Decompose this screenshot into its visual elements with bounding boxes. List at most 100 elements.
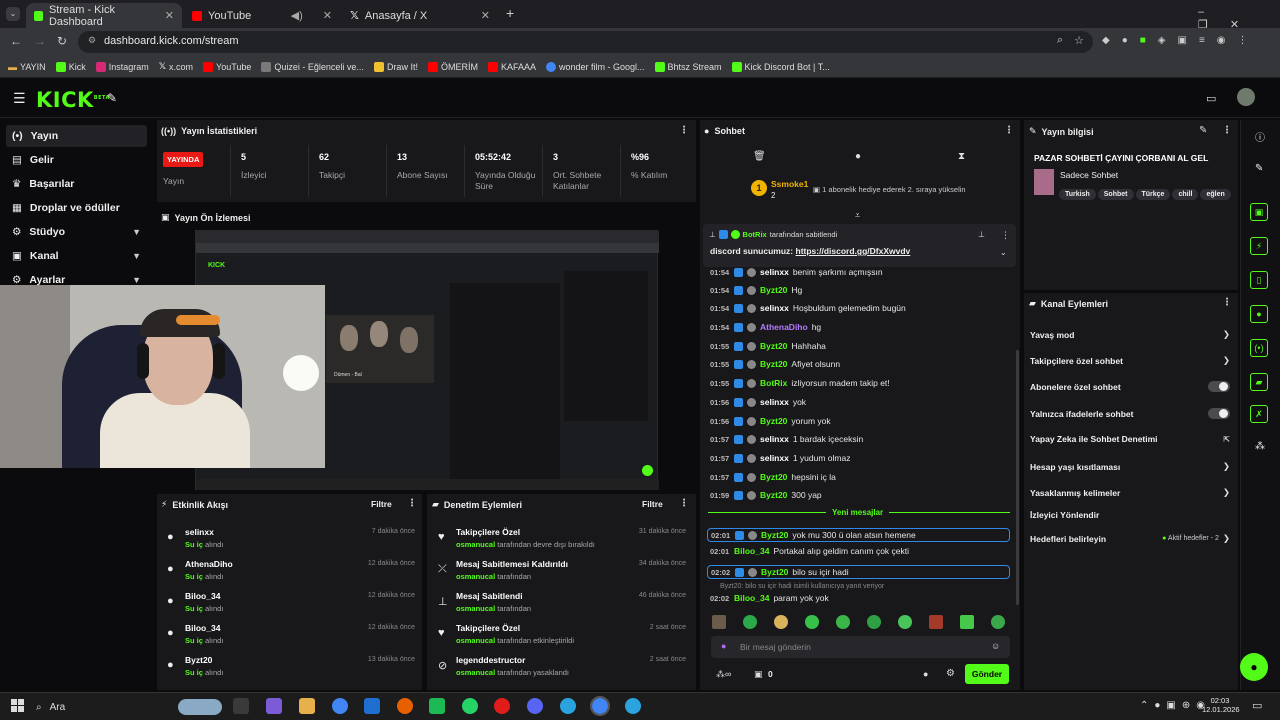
send-button[interactable]: Gönder	[965, 664, 1009, 684]
chat-menu-icon[interactable]: ⋮	[1004, 125, 1014, 136]
hamburger-menu-icon[interactable]: ☰	[13, 90, 26, 107]
emote-icon[interactable]	[867, 615, 881, 629]
chat-username[interactable]: AthenaDiho	[760, 322, 808, 332]
pinned-menu-icon[interactable]: ⋮	[1001, 230, 1010, 241]
back-icon[interactable]: ←	[10, 34, 22, 48]
stats-menu-icon[interactable]: ⋮	[679, 125, 689, 136]
action-banned-words[interactable]: Yasaklanmış kelimeler ❯	[1030, 487, 1230, 498]
notification-icon[interactable]: ▭	[1252, 699, 1262, 712]
action-host-viewers[interactable]: İzleyici Yönlendir	[1030, 510, 1230, 520]
chat-users-icon[interactable]: ⁂∞	[716, 669, 731, 680]
profile-icon[interactable]: ◉	[1217, 35, 1226, 46]
extension-icon[interactable]: ◆	[1102, 35, 1110, 46]
menu-icon[interactable]: ⋮	[1238, 35, 1248, 46]
chat-username[interactable]: Byzt20	[761, 530, 788, 540]
sidebar-item-yayin[interactable]: (•) Yayın	[6, 125, 147, 147]
chat-input[interactable]: ● Bir mesaj gönderin ☺	[711, 636, 1010, 658]
document-icon[interactable]: ▯	[1250, 271, 1268, 289]
chat-username[interactable]: selinxx	[760, 267, 789, 277]
emote-icon[interactable]	[774, 615, 788, 629]
emote-icon[interactable]	[743, 615, 757, 629]
chest-icon[interactable]: ▣	[754, 669, 763, 680]
bookmark-google[interactable]: wonder film - Googl...	[545, 61, 645, 72]
close-tab-icon[interactable]: ✕	[323, 9, 332, 22]
tab-search-icon[interactable]: ⌄	[6, 7, 20, 21]
chat-scrollbar[interactable]	[1016, 350, 1019, 605]
chat-username[interactable]: Byzt20	[760, 285, 787, 295]
moderation-actor[interactable]: osmanucal	[456, 604, 495, 613]
emote-icon[interactable]	[712, 615, 726, 629]
actions-menu-icon[interactable]: ⋮	[1222, 297, 1232, 308]
new-tab-icon[interactable]: +	[506, 5, 514, 21]
zoom-icon[interactable]: ⌕	[1057, 34, 1063, 47]
info-icon[interactable]: ⓘ	[1255, 129, 1265, 144]
sidebar-item-kanal[interactable]: ▣ Kanal ▼	[6, 245, 147, 267]
bookmark-kafaaa[interactable]: KAFAAA	[487, 61, 536, 72]
chrome-active-icon[interactable]	[590, 696, 610, 716]
chrome-icon[interactable]	[332, 698, 348, 714]
extension-icon[interactable]: ■	[1140, 35, 1146, 46]
theater-mode-icon[interactable]: ▭	[1206, 92, 1216, 105]
bookmark-drawit[interactable]: Draw It!	[373, 61, 418, 72]
moderation-actor[interactable]: osmanucal	[456, 636, 495, 645]
extension-icon[interactable]: ▣	[1178, 35, 1187, 46]
wrench-icon[interactable]: ✗	[1250, 405, 1268, 423]
firefox-icon[interactable]	[397, 698, 413, 714]
chat-username[interactable]: selinxx	[760, 397, 789, 407]
emote-icon[interactable]	[960, 615, 974, 629]
opera-icon[interactable]	[494, 698, 510, 714]
moderation-filter-button[interactable]: Filtre	[642, 499, 663, 509]
sidebar-item-gelir[interactable]: ▤ Gelir	[6, 149, 147, 171]
tab-kick-dashboard[interactable]: Stream - Kick Dashboard ✕	[26, 3, 182, 28]
tag-chip[interactable]: Sohbet	[1097, 189, 1134, 200]
action-slow-mode[interactable]: Yavaş mod ❯	[1030, 329, 1230, 340]
bookmark-discord-bot[interactable]: Kick Discord Bot | T...	[731, 61, 830, 72]
chat-username[interactable]: Biloo_34	[734, 546, 769, 556]
tab-x[interactable]: 𝕏 Anasayfa / X ✕	[342, 3, 498, 28]
clock[interactable]: 02:03 12.01.2026	[1202, 696, 1240, 714]
hourglass-icon[interactable]: ⧗	[958, 151, 965, 162]
tag-chip[interactable]: eğlen	[1200, 189, 1231, 200]
chat-bubble-icon[interactable]: ●	[923, 669, 928, 679]
emote-icon[interactable]	[991, 615, 1005, 629]
camera-icon[interactable]: ▣	[1250, 203, 1268, 221]
system-tray-icons[interactable]: ⌃●▣⊕◉	[1140, 700, 1211, 711]
broadcast-icon[interactable]: (•)	[1250, 339, 1268, 357]
taskbar-search[interactable]: ⌕ Ara	[36, 697, 222, 717]
close-tab-icon[interactable]: ✕	[481, 9, 490, 22]
chat-username[interactable]: selinxx	[760, 434, 789, 444]
close-tab-icon[interactable]: ✕	[165, 9, 174, 22]
emotes-only-toggle[interactable]	[1208, 408, 1230, 419]
info-menu-icon[interactable]: ⋮	[1222, 125, 1232, 136]
speaker-icon[interactable]: ◀)	[291, 9, 303, 22]
chat-username[interactable]: BotRix	[760, 378, 787, 388]
outlook-icon[interactable]	[364, 698, 380, 714]
emote-icon[interactable]	[929, 615, 943, 629]
action-ai-moderation[interactable]: Yapay Zeka ile Sohbet Denetimi ⇱	[1030, 434, 1230, 444]
unpin-icon[interactable]: ⊥	[978, 230, 985, 239]
shield-icon[interactable]: ▰	[1250, 373, 1268, 391]
chat-username[interactable]: Byzt20	[760, 472, 787, 482]
bookmark-instagram[interactable]: Instagram	[95, 61, 149, 72]
task-view-icon[interactable]	[233, 698, 249, 714]
chat-bubble-icon[interactable]: ●	[855, 151, 861, 162]
chat-username[interactable]: selinxx	[760, 453, 789, 463]
tag-chip[interactable]: Türkçe	[1135, 189, 1171, 200]
users-icon[interactable]: ⁂	[1255, 441, 1265, 452]
forward-icon[interactable]: →	[34, 34, 46, 48]
chat-username[interactable]: Byzt20	[760, 359, 787, 369]
subscribers-only-toggle[interactable]	[1208, 381, 1230, 392]
bookmark-bhtsz[interactable]: Bhtsz Stream	[654, 61, 722, 72]
chat-bubble-icon[interactable]: ●	[1250, 305, 1268, 323]
chat-username[interactable]: selinxx	[760, 303, 789, 313]
bookmark-star-icon[interactable]: ☆	[1074, 34, 1084, 47]
lightning-icon[interactable]: ⚡	[1250, 237, 1268, 255]
bookmark-kick[interactable]: Kick	[55, 61, 86, 72]
bookmark-yayin[interactable]: ▬ YAYIN	[8, 62, 46, 72]
whatsapp-icon[interactable]	[462, 698, 478, 714]
reload-icon[interactable]: ↻	[57, 34, 67, 48]
microphone-icon[interactable]: ●	[721, 641, 726, 651]
extension-icon[interactable]: ◈	[1158, 35, 1166, 46]
media-icon[interactable]: ≡	[1199, 35, 1205, 46]
discord-icon[interactable]	[527, 698, 543, 714]
